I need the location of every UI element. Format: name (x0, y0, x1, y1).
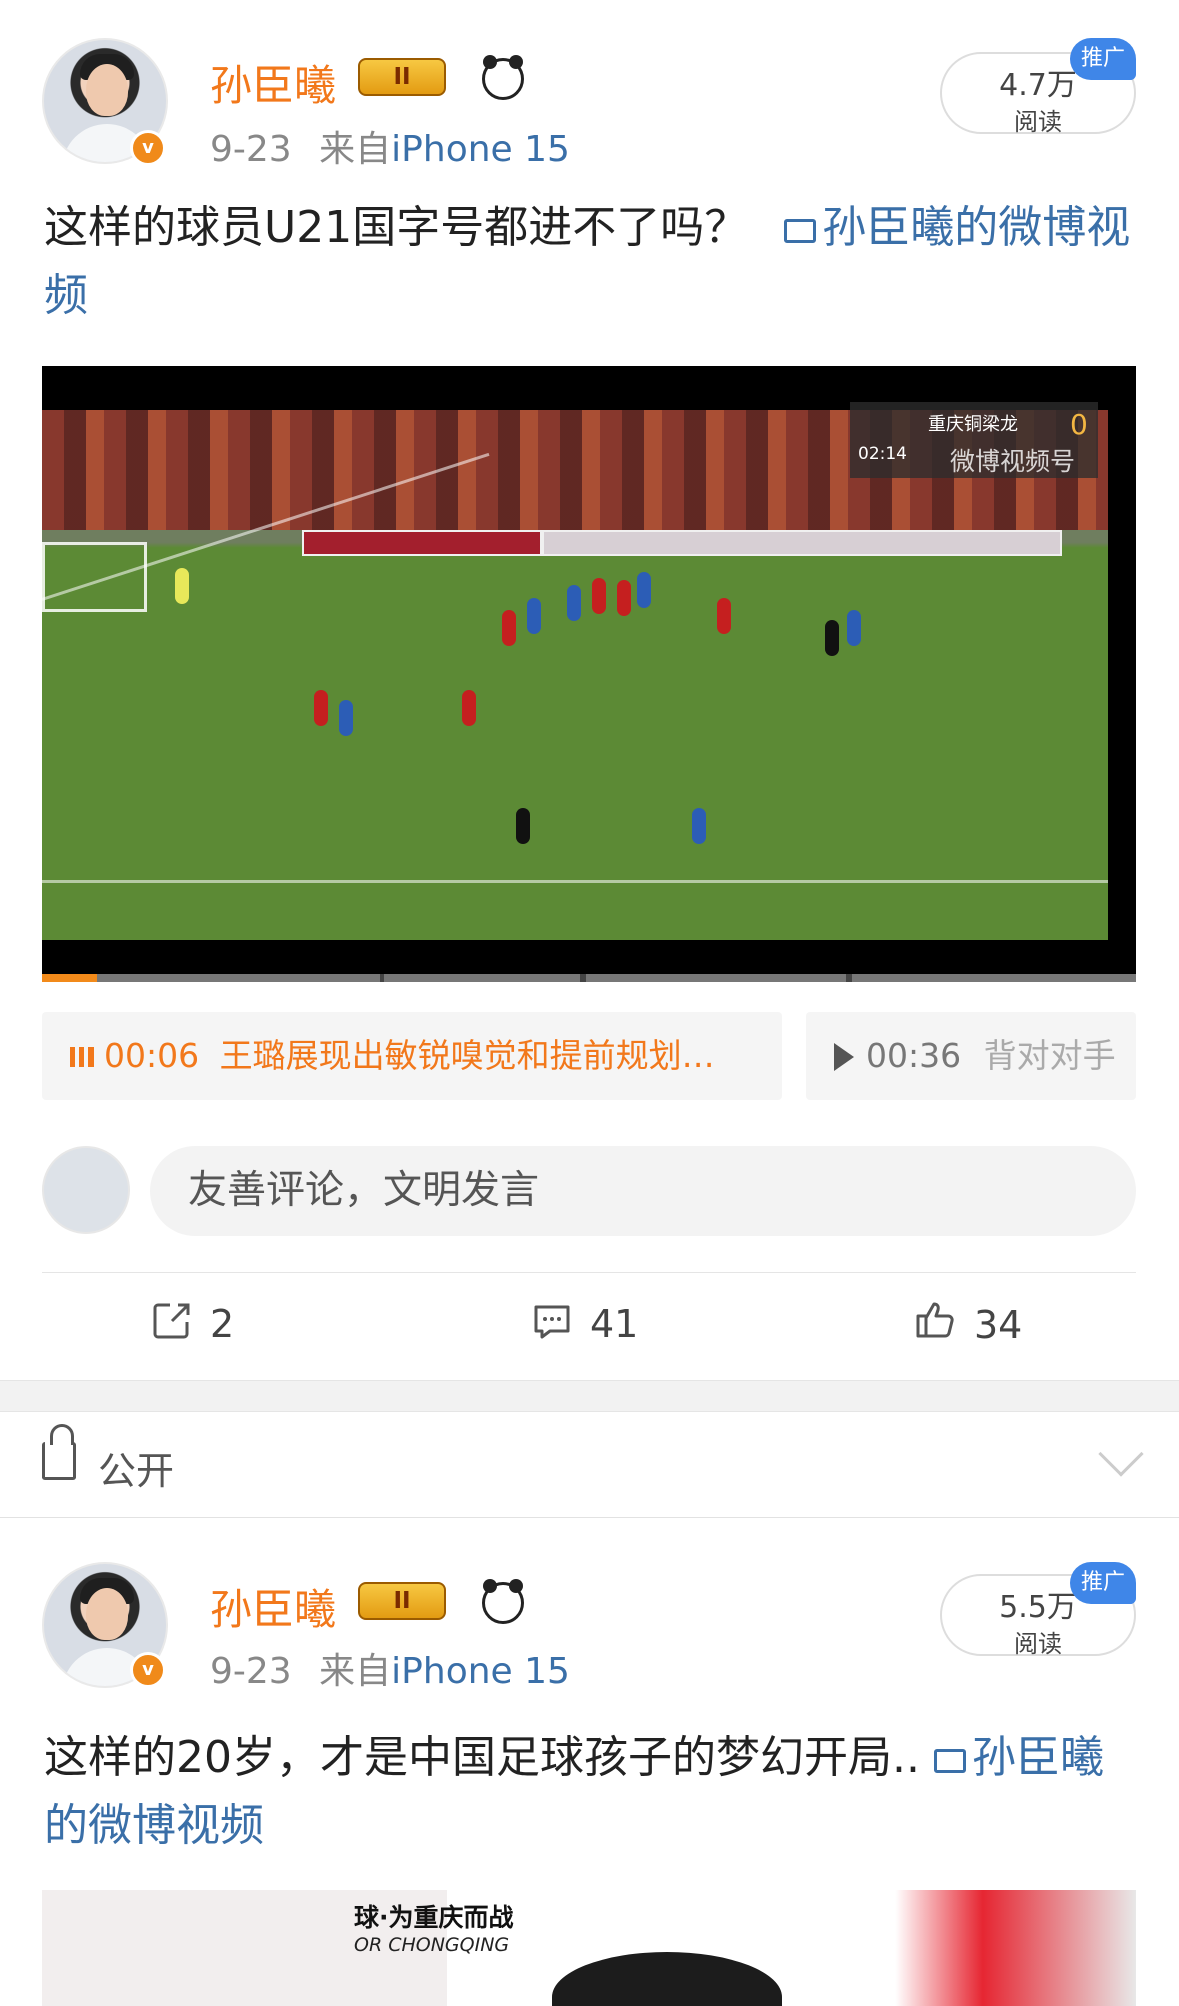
source-device[interactable]: iPhone 15 (391, 1651, 570, 1692)
vip-crown-badge-icon: II (358, 1582, 446, 1620)
pitch-line (42, 880, 1108, 883)
player-red (314, 690, 328, 726)
weibo-post-1: v 孙臣曦 II 9-23 来自iPhone 15 4.7万 阅读 推广 这样的… (0, 0, 1179, 1380)
score-value: 0 (1070, 408, 1088, 441)
promo-badge: 推广 (1070, 38, 1136, 80)
author-name[interactable]: 孙臣曦 (210, 1576, 336, 1637)
post-date: 9-23 (210, 129, 292, 170)
player-blue (527, 598, 541, 634)
progress-segment (586, 974, 846, 982)
thumbnail-person (552, 1952, 782, 2006)
video-camera-icon (933, 1749, 966, 1773)
player-red (617, 580, 631, 616)
unlock-icon (42, 1424, 76, 1480)
match-time: 02:14 (858, 444, 907, 464)
chapter-item-next[interactable]: 00:36 背对对手 (806, 1012, 1136, 1100)
avatar-face (86, 64, 128, 116)
source-prefix: 来自 (319, 1651, 392, 1692)
panda-icon (482, 1579, 524, 1624)
referee (516, 808, 530, 844)
read-label: 阅读 (1014, 1630, 1062, 1658)
player-red (592, 578, 606, 614)
chapter-time: 00:06 (104, 1036, 200, 1075)
goalkeeper (175, 568, 189, 604)
chevron-down-icon[interactable] (1098, 1431, 1144, 1477)
post-separator (0, 1380, 1179, 1412)
player-blue (339, 700, 353, 736)
player-red (717, 598, 731, 634)
video-thumbnail[interactable]: 球·为重庆而战 OR CHONGQING (42, 1890, 1136, 2006)
promo-badge: 推广 (1070, 1562, 1136, 1604)
action-divider (42, 1272, 1136, 1273)
player-blue (847, 610, 861, 646)
visibility-row[interactable]: 公开 (0, 1412, 1179, 1518)
thumbnail-subtitle: OR CHONGQING (354, 1934, 510, 1956)
thumbnail-title: 球·为重庆而战 (354, 1903, 514, 1932)
referee (825, 620, 839, 656)
post-meta: 9-23 来自iPhone 15 (210, 1642, 570, 1694)
video-progress-bar[interactable] (42, 974, 1136, 982)
post-meta: 9-23 来自iPhone 15 (210, 120, 570, 172)
chapter-title: 王璐展现出敏锐嗅觉和提前规划… (219, 1036, 715, 1075)
repost-count: 2 (210, 1302, 235, 1346)
vip-crown-badge-icon: II (358, 58, 446, 96)
progress-segment (384, 974, 580, 982)
player-blue (637, 572, 651, 608)
thumbs-up-icon (916, 1302, 954, 1338)
visibility-label: 公开 (98, 1449, 175, 1493)
source-device[interactable]: iPhone 15 (391, 129, 570, 170)
video-player[interactable]: 重庆铜梁龙 0 02:14 微博视频号 (42, 366, 1136, 980)
player-blue (567, 585, 581, 621)
chapter-item-active[interactable]: 00:06 王璐展现出敏锐嗅觉和提前规划… (42, 1012, 782, 1100)
chapter-title: 背对对手 (983, 1036, 1116, 1075)
post-body: 这样的球员U21国字号都进不了吗？ (44, 202, 749, 253)
video-watermark: 微博视频号 (950, 447, 1076, 476)
share-icon (153, 1303, 190, 1339)
ad-board-left (302, 530, 542, 556)
progress-segment (96, 974, 380, 982)
repost-button[interactable]: 2 (150, 1296, 234, 1352)
play-icon (834, 1043, 854, 1071)
score-team-name: 重庆铜梁龙 (928, 414, 1018, 435)
avatar-face (86, 1588, 128, 1640)
player-red (502, 610, 516, 646)
commenter-avatar (42, 1146, 130, 1234)
author-name[interactable]: 孙臣曦 (210, 52, 336, 113)
chapter-time: 00:36 (866, 1036, 962, 1075)
player-red (462, 690, 476, 726)
post-date: 9-23 (210, 1651, 292, 1692)
like-count: 34 (974, 1303, 1023, 1347)
scoreboard: 重庆铜梁龙 0 02:14 微博视频号 (850, 402, 1098, 478)
verified-badge-icon: v (130, 1652, 166, 1688)
like-button[interactable]: 34 (910, 1296, 1022, 1353)
comment-count: 41 (590, 1302, 639, 1346)
verified-badge-icon: v (130, 130, 166, 166)
progress-segment (852, 974, 1136, 982)
playing-bars-icon (70, 1047, 94, 1067)
comment-button[interactable]: 41 (530, 1296, 638, 1352)
panda-icon (482, 55, 524, 100)
source-prefix: 来自 (319, 129, 392, 170)
video-camera-icon (784, 219, 817, 243)
ad-board-right (542, 530, 1062, 556)
player-blue (692, 808, 706, 844)
progress-played (42, 974, 97, 982)
post-text: 这样的球员U21国字号都进不了吗？ 孙臣曦的微博视频 (44, 194, 1134, 330)
post-body: 这样的20岁，才是中国足球孩子的梦幻开局.. (44, 1732, 920, 1783)
football-pitch-image (42, 410, 1108, 940)
comment-icon (534, 1305, 570, 1339)
read-label: 阅读 (1014, 108, 1062, 136)
goal-post (42, 542, 147, 612)
post-text: 这样的20岁，才是中国足球孩子的梦幻开局.. 孙臣曦的微博视频 (44, 1724, 1134, 1860)
comment-input[interactable]: 友善评论，文明发言 (150, 1146, 1136, 1236)
